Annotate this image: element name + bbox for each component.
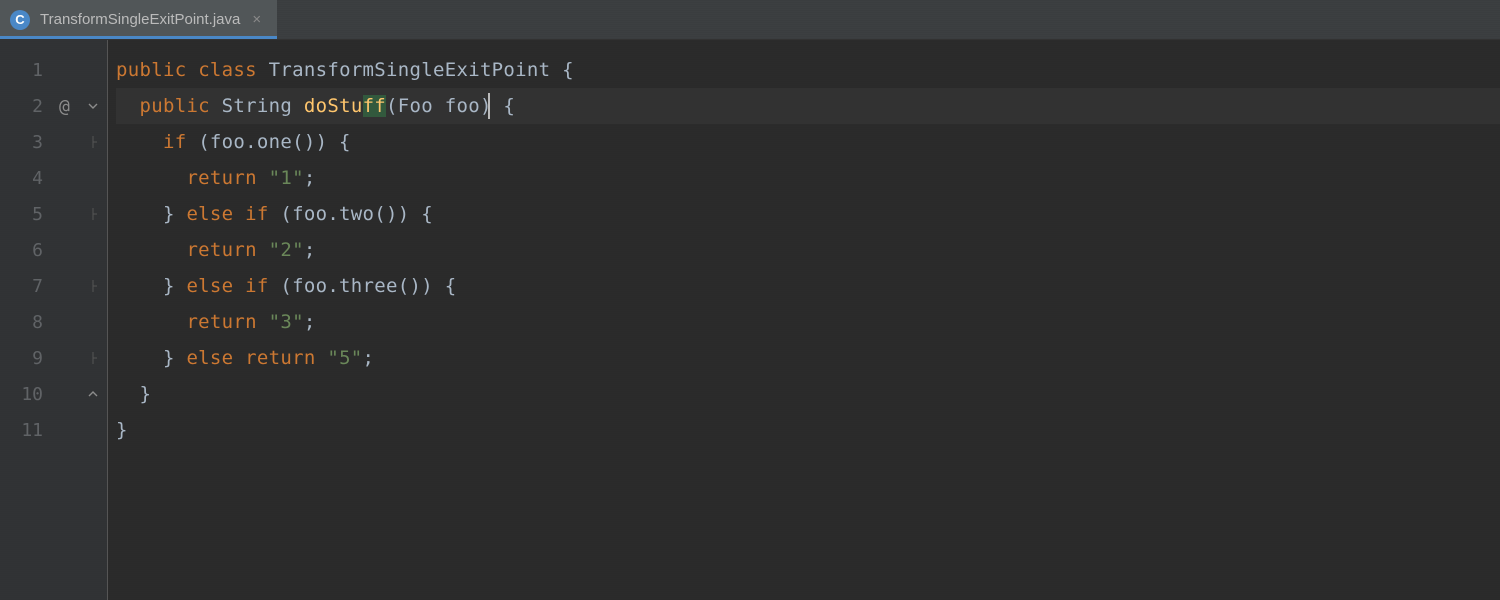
editor-area: 12@34567891011 public class TransformSin… [0,40,1500,600]
token-fn: doStu [304,95,363,117]
fold-icon [87,64,99,76]
token-txt: } [116,203,186,225]
token-str: "1" [269,167,304,189]
token-fnhl: ff [363,95,386,117]
token-txt [210,95,222,117]
token-kw: class [198,59,257,81]
line-number: 2 [15,96,43,117]
gutter-row[interactable]: 3 [0,124,107,160]
code-line[interactable]: return "3"; [116,304,1500,340]
code-line[interactable]: return "1"; [116,160,1500,196]
token-kw: if [163,131,186,153]
token-txt [257,167,269,189]
token-txt: ; [304,239,316,261]
token-txt: ; [304,167,316,189]
line-number: 9 [15,348,43,369]
token-kw: return [186,167,256,189]
line-number: 11 [15,420,43,441]
gutter-row[interactable]: 6 [0,232,107,268]
code-line[interactable]: } [116,376,1500,412]
gutter-row[interactable]: 10 [0,376,107,412]
gutter[interactable]: 12@34567891011 [0,40,108,600]
gutter-annotation: @ [59,96,75,117]
gutter-row[interactable]: 4 [0,160,107,196]
gutter-row[interactable]: 9 [0,340,107,376]
token-txt [257,239,269,261]
code-line[interactable]: } [116,412,1500,448]
code-line[interactable]: } else if (foo.three()) { [116,268,1500,304]
fold-icon[interactable] [87,352,99,364]
token-kw: else return [186,347,315,369]
fold-icon [87,244,99,256]
token-txt [116,311,186,333]
tab-filename: TransformSingleExitPoint.java [40,11,240,28]
tab-bar: C TransformSingleExitPoint.java × [0,0,1500,40]
token-txt: (foo.one()) { [186,131,350,153]
code-line[interactable]: } else return "5"; [116,340,1500,376]
token-txt: ; [304,311,316,333]
code-line[interactable]: public String doStuff(Foo foo) { [116,88,1500,124]
text-caret [488,93,490,119]
token-txt [116,95,139,117]
token-txt: String [222,95,304,117]
code-area[interactable]: public class TransformSingleExitPoint { … [108,40,1500,600]
gutter-row[interactable]: 11 [0,412,107,448]
token-kw: return [186,311,256,333]
code-line[interactable]: } else if (foo.two()) { [116,196,1500,232]
token-txt [186,59,198,81]
fold-icon[interactable] [87,208,99,220]
token-str: "2" [269,239,304,261]
code-line[interactable]: if (foo.one()) { [116,124,1500,160]
gutter-row[interactable]: 7 [0,268,107,304]
line-number: 8 [15,312,43,333]
token-txt: } [116,419,128,441]
file-tab[interactable]: C TransformSingleExitPoint.java × [0,0,277,39]
token-txt: } [116,347,186,369]
gutter-row[interactable]: 5 [0,196,107,232]
token-txt: } [116,383,151,405]
token-kw: public [116,59,186,81]
token-kw: public [139,95,209,117]
line-number: 5 [15,204,43,225]
token-txt [116,167,186,189]
token-txt: ; [363,347,375,369]
token-txt: (foo.three()) { [269,275,457,297]
token-txt [316,347,328,369]
line-number: 1 [15,60,43,81]
fold-icon[interactable] [87,136,99,148]
token-kw: return [186,239,256,261]
line-number: 6 [15,240,43,261]
gutter-row[interactable]: 8 [0,304,107,340]
token-txt: } [116,275,186,297]
code-line[interactable]: public class TransformSingleExitPoint { [116,52,1500,88]
line-number: 10 [15,384,43,405]
close-icon[interactable]: × [250,11,263,28]
line-number: 7 [15,276,43,297]
token-str: "5" [327,347,362,369]
fold-icon [87,424,99,436]
class-file-icon: C [10,10,30,30]
fold-icon[interactable] [87,100,99,112]
fold-icon[interactable] [87,388,99,400]
token-kw: else if [186,275,268,297]
token-str: "3" [269,311,304,333]
token-txt [116,239,186,261]
token-txt [257,59,269,81]
line-number: 4 [15,168,43,189]
code-line[interactable]: return "2"; [116,232,1500,268]
token-txt: TransformSingleExitPoint { [269,59,574,81]
token-txt: (Foo foo) { [386,95,515,117]
fold-icon [87,172,99,184]
gutter-row[interactable]: 2@ [0,88,107,124]
token-txt: (foo.two()) { [269,203,433,225]
token-txt [257,311,269,333]
token-kw: else if [186,203,268,225]
line-number: 3 [15,132,43,153]
gutter-row[interactable]: 1 [0,52,107,88]
fold-icon[interactable] [87,280,99,292]
token-txt [116,131,163,153]
fold-icon [87,316,99,328]
